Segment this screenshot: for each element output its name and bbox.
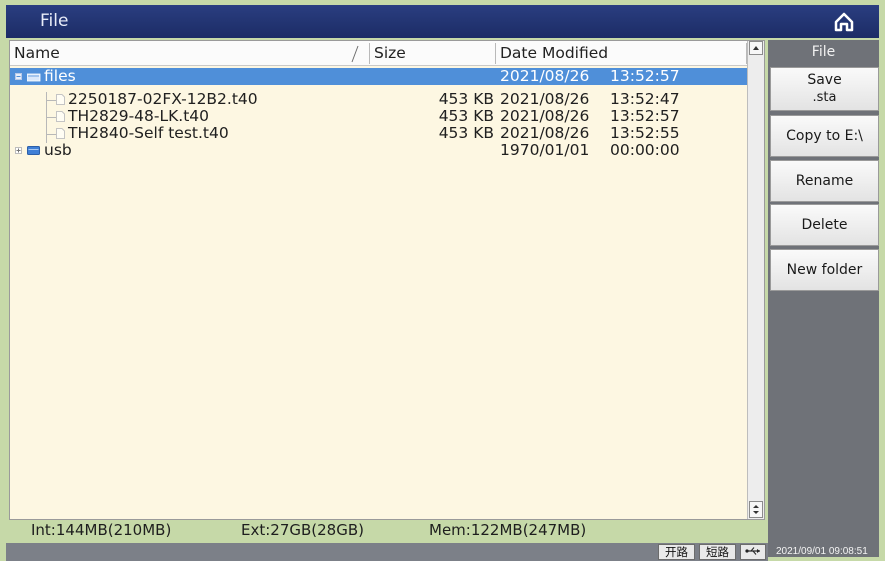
- item-size: 453 KB: [438, 90, 494, 108]
- item-time: 13:52:57: [610, 67, 680, 85]
- arrow-updown-icon: [753, 505, 759, 514]
- usb-icon: [745, 547, 760, 555]
- file-icon: [56, 94, 65, 105]
- storage-status: Int:144MB(210MB) Ext:27GB(28GB) Mem:122M…: [9, 521, 765, 541]
- item-name: TH2829-48-LK.t40: [68, 107, 210, 125]
- list-item-file[interactable]: TH2840-Self test.t40 453 KB 2021/08/26 1…: [10, 125, 747, 142]
- item-date: 2021/08/26: [500, 107, 590, 125]
- title-bar: File: [6, 5, 879, 38]
- expand-icon[interactable]: [15, 147, 22, 154]
- item-time: 13:52:55: [610, 124, 680, 142]
- list-item-folder-files[interactable]: files 2021/08/26 13:52:57: [10, 68, 747, 85]
- file-tree: Name Size Date Modified files 2021/08/26…: [10, 41, 747, 519]
- drive-icon: [27, 146, 40, 155]
- sort-indicator-icon: [351, 45, 359, 63]
- item-name: files: [44, 67, 76, 85]
- list-item-folder-usb[interactable]: usb 1970/01/01 00:00:00: [10, 142, 747, 159]
- scroll-down-button[interactable]: [749, 501, 763, 518]
- delete-label: Delete: [801, 216, 848, 233]
- home-icon: [834, 12, 854, 32]
- softkey-sidebar: File Save .sta Copy to E:\ Rename Delete…: [768, 40, 879, 557]
- item-name: 2250187-02FX-12B2.t40: [68, 90, 258, 108]
- internal-storage: Int:144MB(210MB): [31, 521, 172, 539]
- file-icon: [56, 128, 65, 139]
- copy-label: Copy to E:\: [786, 127, 863, 144]
- rename-button[interactable]: Rename: [770, 160, 879, 202]
- vertical-scrollbar[interactable]: [747, 41, 764, 519]
- arrow-up-icon: [753, 46, 759, 50]
- short-circuit-indicator: 短路: [699, 544, 736, 560]
- open-folder-icon: [27, 73, 41, 82]
- new-folder-button[interactable]: New folder: [770, 249, 879, 291]
- save-label: Save: [807, 72, 842, 88]
- item-name: TH2840-Self test.t40: [68, 124, 229, 142]
- item-name: usb: [44, 141, 72, 159]
- memory-usage: Mem:122MB(247MB): [429, 521, 587, 539]
- rename-label: Rename: [795, 172, 854, 189]
- item-date: 2021/08/26: [500, 90, 590, 108]
- delete-button[interactable]: Delete: [770, 204, 879, 246]
- file-list-panel: Name Size Date Modified files 2021/08/26…: [9, 40, 765, 520]
- system-clock: 2021/09/01 09:08:51: [776, 546, 868, 557]
- collapse-icon[interactable]: [15, 73, 22, 80]
- usb-indicator: [740, 544, 766, 560]
- external-storage: Ext:27GB(28GB): [241, 521, 364, 539]
- column-name[interactable]: Name: [14, 44, 60, 62]
- save-extension-label: .sta: [812, 90, 837, 105]
- column-date-modified[interactable]: Date Modified: [500, 44, 608, 62]
- item-size: 453 KB: [438, 107, 494, 125]
- item-date: 1970/01/01: [500, 141, 590, 159]
- item-date: 2021/08/26: [500, 124, 590, 142]
- column-divider: [369, 43, 370, 64]
- column-divider: [495, 43, 496, 64]
- copy-to-e-button[interactable]: Copy to E:\: [770, 115, 879, 157]
- list-item-file[interactable]: TH2829-48-LK.t40 453 KB 2021/08/26 13:52…: [10, 108, 747, 125]
- window-title: File: [40, 11, 69, 31]
- item-date: 2021/08/26: [500, 67, 590, 85]
- item-size: 453 KB: [438, 124, 494, 142]
- sidebar-title: File: [811, 44, 836, 60]
- column-header: Name Size Date Modified: [10, 41, 747, 66]
- open-circuit-indicator: 开路: [658, 544, 695, 560]
- column-size[interactable]: Size: [374, 44, 406, 62]
- bottom-bar: [6, 543, 768, 561]
- item-time: 13:52:57: [610, 107, 680, 125]
- item-time: 00:00:00: [610, 141, 680, 159]
- save-sta-button[interactable]: Save .sta: [770, 67, 879, 111]
- new-folder-label: New folder: [786, 261, 863, 278]
- home-button[interactable]: [831, 9, 857, 35]
- file-icon: [56, 111, 65, 122]
- scroll-up-button[interactable]: [749, 41, 763, 55]
- item-time: 13:52:47: [610, 90, 680, 108]
- list-item-file[interactable]: 2250187-02FX-12B2.t40 453 KB 2021/08/26 …: [10, 91, 747, 108]
